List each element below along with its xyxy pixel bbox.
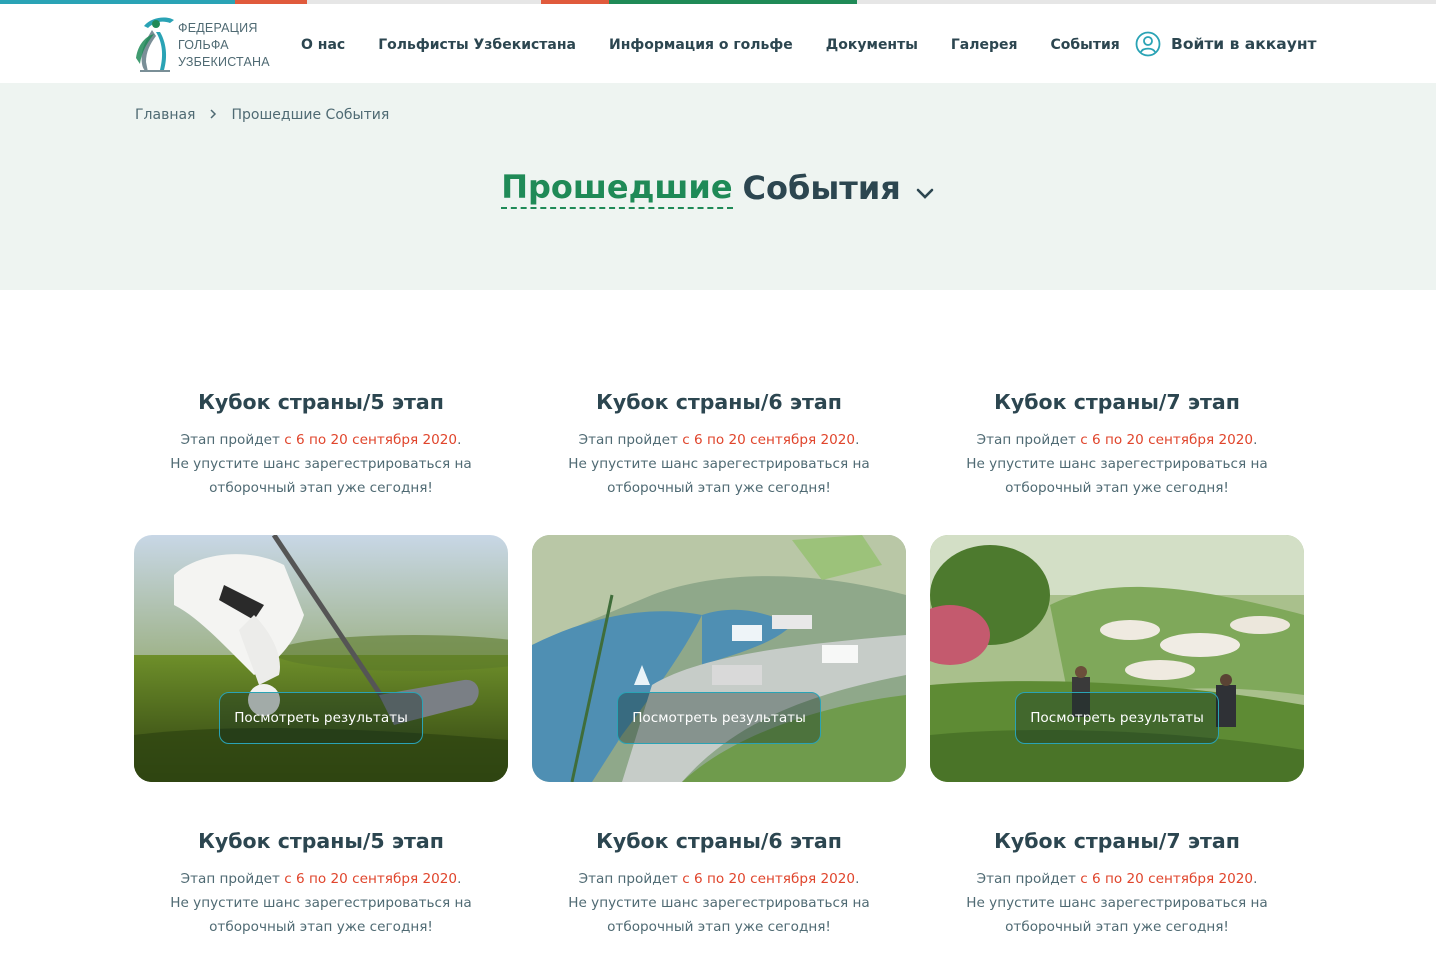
event-text-end: . <box>855 871 860 887</box>
event-card: Кубок страны/7 этап Этап пройдет с 6 по … <box>930 829 1304 939</box>
view-results-button[interactable]: Посмотреть результаты <box>219 692 423 744</box>
event-text-line: Не упустите шанс зарегестрироваться на <box>966 456 1268 472</box>
event-text-end: . <box>855 432 860 448</box>
event-text-line: отборочный этап уже сегодня! <box>1005 919 1229 935</box>
nav-item-golfers[interactable]: Гольфисты Узбекистана <box>378 37 576 53</box>
event-card: Кубок страны/7 этап Этап пройдет с 6 по … <box>930 390 1304 782</box>
event-text-end: . <box>1253 871 1258 887</box>
event-date: с 6 по 20 сентября 2020 <box>1080 432 1254 448</box>
nav-item-golf-info[interactable]: Информация о гольфе <box>609 37 793 53</box>
main-nav: О нас Гольфисты Узбекистана Информация о… <box>301 34 1153 56</box>
page-hero: Главная Прошедшие События Прошедшие Собы… <box>0 83 1436 290</box>
event-date: с 6 по 20 сентября 2020 <box>682 871 856 887</box>
event-card: Кубок страны/6 этап Этап пройдет с 6 по … <box>532 390 906 782</box>
event-text: Этап пройдет <box>976 871 1081 887</box>
event-image-golf-course <box>930 535 1304 782</box>
event-card: Кубок страны/5 этап Этап пройдет с 6 по … <box>134 829 508 939</box>
event-image-golf-resort <box>532 535 906 782</box>
logo-line: УЗБЕКИСТАНА <box>178 55 270 69</box>
event-title: Кубок страны/5 этап <box>198 829 444 853</box>
nav-item-gallery[interactable]: Галерея <box>951 37 1018 53</box>
event-title: Кубок страны/7 этап <box>994 829 1240 853</box>
event-text-line: отборочный этап уже сегодня! <box>607 480 831 496</box>
event-description: Этап пройдет с 6 по 20 сентября 2020. Не… <box>532 867 906 939</box>
event-date: с 6 по 20 сентября 2020 <box>682 432 856 448</box>
event-text-line: отборочный этап уже сегодня! <box>209 480 433 496</box>
event-text: Этап пройдет <box>180 432 285 448</box>
event-date: с 6 по 20 сентября 2020 <box>284 432 458 448</box>
event-description: Этап пройдет с 6 по 20 сентября 2020. Не… <box>930 428 1304 500</box>
breadcrumb-current: Прошедшие События <box>231 107 390 123</box>
event-date: с 6 по 20 сентября 2020 <box>1080 871 1254 887</box>
event-text-line: Не упустите шанс зарегестрироваться на <box>568 895 870 911</box>
event-text: Этап пройдет <box>976 432 1081 448</box>
chevron-right-icon <box>209 107 217 123</box>
event-description: Этап пройдет с 6 по 20 сентября 2020. Не… <box>930 867 1304 939</box>
logo-line: ГОЛЬФА <box>178 38 229 52</box>
event-image-golf-glove <box>134 535 508 782</box>
event-description: Этап пройдет с 6 по 20 сентября 2020. Не… <box>532 428 906 500</box>
event-text-line: отборочный этап уже сегодня! <box>1005 480 1229 496</box>
event-card: Кубок страны/5 этап Этап пройдет с 6 по … <box>134 390 508 782</box>
user-icon <box>1135 31 1161 57</box>
login-button[interactable]: Войти в аккаунт <box>1135 30 1317 58</box>
view-results-button[interactable]: Посмотреть результаты <box>1015 692 1219 744</box>
event-card: Кубок страны/6 этап Этап пройдет с 6 по … <box>532 829 906 939</box>
event-filter-toggle[interactable]: Прошедшие <box>501 167 733 209</box>
breadcrumb-home[interactable]: Главная <box>135 107 195 123</box>
event-description: Этап пройдет с 6 по 20 сентября 2020. Не… <box>134 428 508 500</box>
event-title: Кубок страны/6 этап <box>596 390 842 414</box>
event-text-line: Не упустите шанс зарегестрироваться на <box>170 895 472 911</box>
event-text-line: Не упустите шанс зарегестрироваться на <box>568 456 870 472</box>
page-title: Прошедшие События <box>0 167 1436 209</box>
event-title: Кубок страны/6 этап <box>596 829 842 853</box>
event-text-end: . <box>1253 432 1258 448</box>
view-results-button[interactable]: Посмотреть результаты <box>617 692 821 744</box>
golfer-logo-icon <box>136 17 174 72</box>
nav-item-about[interactable]: О нас <box>301 37 345 53</box>
federation-logo[interactable]: ФЕДЕРАЦИЯ ГОЛЬФА УЗБЕКИСТАНА <box>134 14 274 74</box>
nav-item-documents[interactable]: Документы <box>826 37 918 53</box>
site-header: ФЕДЕРАЦИЯ ГОЛЬФА УЗБЕКИСТАНА О нас Гольф… <box>0 4 1436 83</box>
event-text: Этап пройдет <box>578 432 683 448</box>
event-title: Кубок страны/7 этап <box>994 390 1240 414</box>
event-text-end: . <box>457 432 462 448</box>
event-text-end: . <box>457 871 462 887</box>
logo-text: ФЕДЕРАЦИЯ ГОЛЬФА УЗБЕКИСТАНА <box>178 20 270 71</box>
breadcrumb: Главная Прошедшие События <box>135 107 389 123</box>
event-title: Кубок страны/5 этап <box>198 390 444 414</box>
event-text-line: Не упустите шанс зарегестрироваться на <box>966 895 1268 911</box>
nav-item-events[interactable]: События <box>1051 37 1120 53</box>
event-date: с 6 по 20 сентября 2020 <box>284 871 458 887</box>
event-description: Этап пройдет с 6 по 20 сентября 2020. Не… <box>134 867 508 939</box>
event-text: Этап пройдет <box>578 871 683 887</box>
page-title-rest: События <box>742 169 901 207</box>
event-text: Этап пройдет <box>180 871 285 887</box>
login-label: Войти в аккаунт <box>1171 35 1317 53</box>
event-text-line: отборочный этап уже сегодня! <box>607 919 831 935</box>
event-text-line: отборочный этап уже сегодня! <box>209 919 433 935</box>
logo-line: ФЕДЕРАЦИЯ <box>178 21 258 35</box>
event-text-line: Не упустите шанс зарегестрироваться на <box>170 456 472 472</box>
chevron-down-icon[interactable] <box>915 171 935 209</box>
